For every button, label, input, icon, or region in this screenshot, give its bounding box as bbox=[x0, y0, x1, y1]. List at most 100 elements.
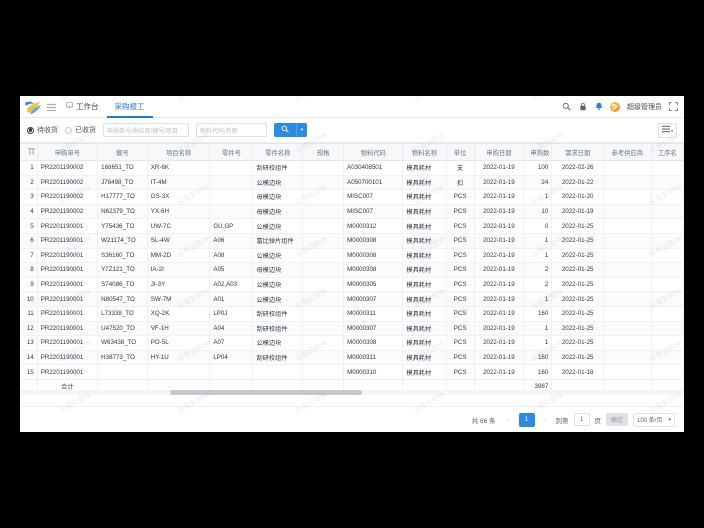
cell-supplier bbox=[603, 350, 652, 366]
column-header-spec[interactable]: 规格 bbox=[302, 143, 345, 161]
column-header-part-name[interactable]: 零件名称 bbox=[252, 143, 304, 161]
cell-spec bbox=[302, 277, 345, 293]
cell-mold-no bbox=[97, 364, 148, 380]
fullscreen-icon[interactable] bbox=[669, 102, 678, 111]
cell-quantity: 1 bbox=[523, 321, 553, 337]
cell-material-name: 模具耗材 bbox=[402, 262, 447, 278]
table-row[interactable]: 10 PR2201190001 N80547_TO SW-7M A01 公模边块 M0000… bbox=[20, 291, 684, 307]
cell-quantity: 24 bbox=[523, 175, 553, 191]
column-header-order-no[interactable]: 申购单号 bbox=[37, 143, 99, 161]
pagination-page-size-select[interactable]: 100 条/页 ▾ bbox=[633, 412, 675, 427]
column-header-project-name[interactable]: 项目名称 bbox=[147, 143, 211, 161]
cell-part-no bbox=[209, 175, 254, 191]
search-options-dropdown[interactable]: ▾ bbox=[296, 123, 307, 137]
cell-row-index: 7 bbox=[20, 248, 38, 264]
column-header-mold-no[interactable]: 模号 bbox=[97, 143, 148, 161]
cell-row-index: 10 bbox=[20, 291, 38, 307]
cell-unit: PCS bbox=[446, 321, 475, 337]
column-header-quantity[interactable]: 申购数 bbox=[523, 143, 553, 161]
table-row[interactable]: 14 PR2201190001 H38773_TO HY-1U LP04 刮研校组件 M00… bbox=[20, 350, 684, 366]
cell-unit: PCS bbox=[446, 248, 475, 264]
cell-project-name: UW-7C bbox=[147, 218, 211, 234]
column-header-request-date[interactable]: 申购日期 bbox=[474, 143, 525, 161]
cell-unit: 支 bbox=[446, 160, 475, 176]
horizontal-scrollbar[interactable] bbox=[20, 389, 684, 395]
avatar[interactable] bbox=[610, 101, 620, 112]
cell-supplier bbox=[603, 160, 652, 176]
top-navigation-bar: 工作台 采购报工 超级管理员 bbox=[20, 96, 684, 118]
radio-pending-receipt[interactable]: 待收货 bbox=[27, 125, 58, 135]
cell-spec bbox=[302, 350, 345, 366]
caret-down-icon: ▾ bbox=[670, 127, 673, 133]
pagination-page-unit-label: 页 bbox=[594, 417, 602, 425]
search-input-order[interactable]: 申购单号/供应商/模号/项目 bbox=[103, 123, 189, 137]
cell-project-name: PO-5L bbox=[147, 335, 211, 351]
scrollbar-thumb[interactable] bbox=[170, 389, 362, 395]
pagination-next-button[interactable]: › bbox=[540, 413, 551, 426]
cell-part-name: 公模边块 bbox=[252, 277, 304, 293]
cell-unit: PCS bbox=[446, 218, 475, 234]
username-label: 超级管理员 bbox=[627, 103, 662, 111]
table-row[interactable]: 7 PR2201190001 S36160_TO MM-2D A08 公模边块 M00003… bbox=[20, 248, 684, 264]
tab-workbench[interactable]: 工作台 bbox=[58, 97, 107, 118]
cell-process-name bbox=[651, 262, 684, 278]
table-row[interactable]: 13 PR2201190001 W63438_TO PO-5L A07 公模边块 M0000… bbox=[20, 335, 684, 351]
table-row[interactable]: 15 PR2201190001 M0000310 模具耗材 PCS 2022-01-19 1… bbox=[20, 364, 684, 380]
table-row[interactable]: 9 PR2201190001 S74086_TO JI-3Y A02,A03 公模边块 M0… bbox=[20, 277, 684, 293]
cell-quantity: 1 bbox=[523, 335, 553, 351]
cell-project-name bbox=[147, 364, 211, 380]
radio-received[interactable]: 已收货 bbox=[65, 125, 96, 135]
column-header-index[interactable] bbox=[20, 143, 38, 161]
column-header-material-name[interactable]: 物料名称 bbox=[402, 143, 447, 161]
cell-spec bbox=[302, 248, 345, 264]
cell-unit: PCS bbox=[446, 306, 475, 322]
search-input-material[interactable]: 物料代码/名称 bbox=[196, 123, 267, 137]
table-row[interactable]: 6 PR2201190001 W21174_TO SL-4W A06 富比弹片组件 M000… bbox=[20, 233, 684, 249]
column-header-process-name[interactable]: 工序名 bbox=[651, 143, 684, 161]
cell-request-date: 2022-01-19 bbox=[474, 350, 525, 366]
cell-request-date: 2022-01-19 bbox=[474, 335, 525, 351]
table-row[interactable]: 2 PR2201190002 J78498_TO IT-4M 公模边块 A05070010… bbox=[20, 175, 684, 191]
pagination-goto-input[interactable]: 1 bbox=[573, 413, 590, 426]
table-row[interactable]: 1 PR2201190002 168651_TO XR-6K 刮研校组件 A0304085… bbox=[20, 160, 684, 176]
radio-dot-icon bbox=[65, 126, 72, 134]
table-row[interactable]: 12 PR2201190001 U47520_TO VF-1H A04 刮研校组件 M000… bbox=[20, 321, 684, 337]
cell-material-code: A030408501 bbox=[343, 160, 404, 176]
cell-process-name bbox=[651, 350, 684, 366]
pagination-prev-button[interactable]: ‹ bbox=[503, 413, 514, 426]
table-row[interactable]: 4 PR2201190002 N62379_TO YX-6H 母模边块 MISC007 模具… bbox=[20, 204, 684, 220]
pagination-goto-label: 到第 bbox=[555, 417, 569, 425]
search-icon[interactable] bbox=[562, 102, 571, 111]
menu-collapse-icon[interactable] bbox=[44, 97, 58, 117]
cell-order-no: PR2201190002 bbox=[37, 189, 99, 205]
cell-material-code: M0000305 bbox=[343, 277, 404, 293]
pagination-confirm-button[interactable]: 确定 bbox=[606, 413, 628, 426]
cell-supplier bbox=[603, 233, 652, 249]
cell-required-date: 2022-02-26 bbox=[551, 160, 605, 176]
table-row[interactable]: 3 PR2201190002 H17777_TO GS-3X 母模边块 MISC007 模具… bbox=[20, 189, 684, 205]
column-settings-button[interactable]: ▾ bbox=[658, 122, 677, 138]
pagination-page-1[interactable]: 1 bbox=[518, 412, 535, 427]
table-settings-icon bbox=[27, 147, 35, 157]
cell-quantity: 0 bbox=[523, 218, 553, 234]
cell-mold-no: L73338_TO bbox=[97, 306, 148, 322]
column-header-supplier[interactable]: 参考供应商 bbox=[603, 143, 652, 161]
search-button[interactable] bbox=[274, 123, 296, 137]
cell-request-date: 2022-01-19 bbox=[474, 364, 525, 380]
table-row[interactable]: 11 PR2201190001 L73338_TO XQ-2K LP0J 刮研校组件 M00… bbox=[20, 306, 684, 322]
lock-icon[interactable] bbox=[578, 102, 587, 111]
column-header-required-date[interactable]: 需求日期 bbox=[551, 143, 605, 161]
cell-process-name bbox=[651, 233, 684, 249]
cell-part-name: 母模边块 bbox=[252, 189, 304, 205]
table-row[interactable]: 5 PR2201190001 Y75436_TO UW-7C GU.GP 公模边块 M000… bbox=[20, 218, 684, 234]
cell-spec bbox=[302, 189, 345, 205]
column-header-material-code[interactable]: 物料代码 bbox=[343, 143, 404, 161]
cell-process-name bbox=[651, 364, 684, 380]
bell-icon[interactable] bbox=[594, 102, 603, 111]
column-header-part-no[interactable]: 零件号 bbox=[209, 143, 254, 161]
column-header-unit[interactable]: 单位 bbox=[446, 143, 475, 161]
cell-mold-no: W63438_TO bbox=[97, 335, 148, 351]
cell-material-code: M0000307 bbox=[343, 321, 404, 337]
table-row[interactable]: 8 PR2201190001 Y7Z121_TO IA-2I A05 母模边块 M00003… bbox=[20, 262, 684, 278]
tab-purchase-receiving[interactable]: 采购报工 bbox=[106, 97, 153, 118]
